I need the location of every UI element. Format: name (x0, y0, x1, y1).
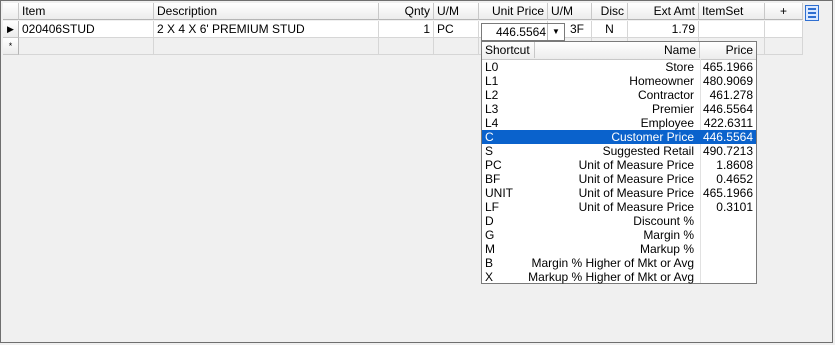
new-cell-description[interactable] (154, 38, 379, 55)
price-list-price: 1.8608 (716, 158, 753, 172)
price-list-shortcut: L0 (485, 60, 499, 74)
unit-price-editor[interactable]: 446.5564 ▼ (481, 23, 565, 41)
price-list-name: Customer Price (611, 130, 694, 144)
price-list-name: Unit of Measure Price (578, 200, 694, 214)
col-header-disc[interactable]: Disc (592, 3, 628, 20)
price-list-shortcut: UNIT (485, 186, 513, 200)
new-cell-item[interactable] (19, 38, 154, 55)
price-list-price: 446.5564 (702, 130, 753, 144)
price-list-shortcut: B (485, 256, 494, 270)
price-list-name: Margin % (643, 228, 694, 242)
price-list-price: 490.7213 (702, 144, 753, 158)
price-list-item[interactable]: PC Unit of Measure Price 1.8608 (482, 158, 756, 172)
price-list-shortcut: D (485, 214, 494, 228)
cell-disc[interactable]: N (592, 21, 628, 38)
price-list-shortcut: G (485, 228, 495, 242)
price-list-shortcut: L3 (485, 102, 499, 116)
price-list-item[interactable]: L0 Store 465.1966 (482, 60, 756, 74)
cell-qnty[interactable]: 1 (379, 21, 434, 38)
price-list-name: Homeowner (629, 74, 694, 88)
price-list-item[interactable]: C Customer Price 446.5564 (482, 130, 756, 144)
row-header-corner (3, 3, 19, 20)
col-header-um2[interactable]: U/M (548, 3, 592, 20)
new-cell-extra[interactable] (765, 38, 803, 55)
add-column-button[interactable]: + (765, 3, 803, 20)
unit-price-value[interactable]: 446.5564 (496, 24, 546, 40)
price-list-name: Unit of Measure Price (578, 186, 694, 200)
price-list-name: Premier (651, 102, 694, 116)
price-list-price: 446.5564 (702, 102, 753, 116)
price-list-item[interactable]: B Margin % Higher of Mkt or Avg (482, 256, 756, 270)
grid-header: Item Description Qnty U/M Unit Price U/M… (3, 3, 803, 21)
cell-ext-amt[interactable]: 1.79 (628, 21, 699, 38)
price-list-shortcut: L4 (485, 116, 499, 130)
col-header-qnty[interactable]: Qnty (379, 3, 434, 20)
price-list-col-shortcut[interactable]: Shortcut (482, 42, 535, 58)
current-row-indicator: ▶ (3, 21, 19, 38)
price-list-name: Unit of Measure Price (578, 172, 694, 186)
new-cell-um[interactable] (434, 38, 479, 55)
price-list-col-name[interactable]: Name (535, 42, 700, 58)
price-list-shortcut: M (485, 242, 495, 256)
price-list-item[interactable]: L4 Employee 422.6311 (482, 116, 756, 130)
grid-menu-icon[interactable] (805, 5, 819, 21)
cell-extra[interactable] (765, 21, 803, 38)
price-list-item[interactable]: UNIT Unit of Measure Price 465.1966 (482, 186, 756, 200)
price-list-shortcut: S (485, 144, 494, 158)
price-list-name: Margin % Higher of Mkt or Avg (531, 256, 694, 270)
price-list-name: Markup % (639, 242, 694, 256)
price-list-price: 480.9069 (702, 74, 753, 88)
col-header-unit-price[interactable]: Unit Price (479, 3, 548, 20)
price-list-item[interactable]: BF Unit of Measure Price 0.4652 (482, 172, 756, 186)
price-list-shortcut: L1 (485, 74, 499, 88)
col-header-description[interactable]: Description (154, 3, 379, 20)
cell-item[interactable]: 020406STUD (19, 21, 154, 38)
price-list-shortcut: L2 (485, 88, 499, 102)
cell-itemset[interactable] (699, 21, 765, 38)
window-frame: Item Description Qnty U/M Unit Price U/M… (0, 0, 833, 343)
price-list-shortcut: C (485, 130, 494, 144)
price-list-item[interactable]: L2 Contractor 461.278 (482, 88, 756, 102)
col-header-um[interactable]: U/M (434, 3, 479, 20)
price-list-price: 0.4652 (716, 172, 753, 186)
price-list-name: Unit of Measure Price (578, 158, 694, 172)
price-list-item[interactable]: M Markup % (482, 242, 756, 256)
price-list-shortcut: X (485, 270, 494, 284)
price-list-name: Employee (640, 116, 694, 130)
price-list-shortcut: LF (485, 200, 500, 214)
price-list-item[interactable]: L3 Premier 446.5564 (482, 102, 756, 116)
cell-description[interactable]: 2 X 4 X 6' PREMIUM STUD (154, 21, 379, 38)
col-header-item[interactable]: Item (19, 3, 154, 20)
price-list-item[interactable]: G Margin % (482, 228, 756, 242)
price-list-name: Markup % Higher of Mkt or Avg (528, 270, 694, 284)
new-cell-qnty[interactable] (379, 38, 434, 55)
col-header-ext-amt[interactable]: Ext Amt (628, 3, 699, 20)
price-list-shortcut: BF (485, 172, 501, 186)
table-row[interactable]: ▶ 020406STUD 2 X 4 X 6' PREMIUM STUD 1 P… (3, 21, 803, 38)
chevron-down-icon[interactable]: ▼ (547, 24, 564, 40)
price-list-name: Discount % (633, 214, 694, 228)
price-level-dropdown[interactable]: Shortcut Name Price L0 Store 465.1966 L1 Hom… (481, 41, 757, 284)
price-list-price: 461.278 (709, 88, 753, 102)
price-list-name: Suggested Retail (602, 144, 694, 158)
price-list-item[interactable]: S Suggested Retail 490.7213 (482, 144, 756, 158)
price-list-item[interactable]: X Markup % Higher of Mkt or Avg (482, 270, 756, 284)
price-list-price: 465.1966 (702, 186, 753, 200)
col-header-itemset[interactable]: ItemSet (699, 3, 765, 20)
price-list-item[interactable]: LF Unit of Measure Price 0.3101 (482, 200, 756, 214)
price-list-price: 422.6311 (703, 116, 753, 130)
new-row-indicator: * (3, 38, 19, 55)
price-list-item[interactable]: D Discount % (482, 214, 756, 228)
cell-um[interactable]: PC (434, 21, 479, 38)
price-list-name: Store (665, 60, 694, 74)
price-list-col-price[interactable]: Price (700, 42, 756, 58)
price-list-header: Shortcut Name Price (482, 42, 756, 60)
line-items-grid[interactable]: Item Description Qnty U/M Unit Price U/M… (3, 3, 827, 329)
price-list-price: 465.1966 (702, 60, 753, 74)
price-list-price: 0.3101 (716, 200, 753, 214)
price-list-shortcut: PC (485, 158, 502, 172)
price-list-item[interactable]: L1 Homeowner 480.9069 (482, 74, 756, 88)
price-list-name: Contractor (637, 88, 694, 102)
